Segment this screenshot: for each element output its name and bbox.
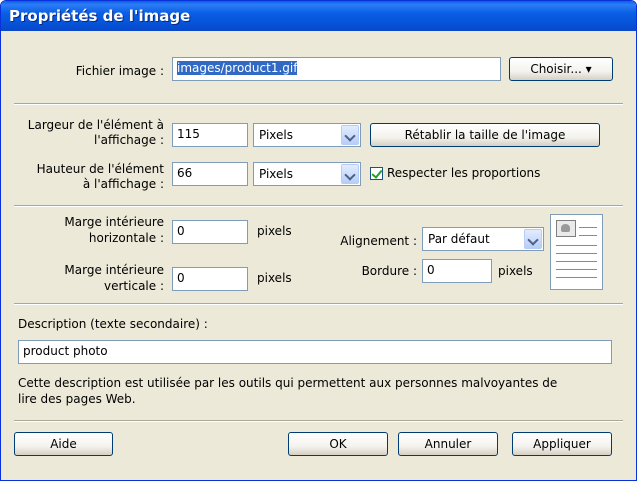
- divider: [14, 103, 623, 105]
- border-input[interactable]: 0: [422, 259, 492, 283]
- height-input[interactable]: 66: [172, 162, 248, 186]
- border-unit: pixels: [498, 264, 533, 278]
- width-unit-value: Pixels: [259, 128, 294, 142]
- vmargin-unit: pixels: [257, 271, 292, 285]
- height-unit-value: Pixels: [259, 167, 294, 181]
- align-label: Alignement :: [340, 234, 417, 248]
- hmargin-unit: pixels: [257, 224, 292, 238]
- chevron-down-icon[interactable]: [341, 164, 359, 184]
- keep-ratio-checkbox[interactable]: [370, 167, 383, 180]
- hmargin-input[interactable]: 0: [172, 220, 248, 244]
- file-path-input[interactable]: images/product1.gif: [172, 57, 501, 81]
- hmargin-label-line1: Marge intérieure: [64, 215, 164, 229]
- help-button[interactable]: Aide: [14, 432, 113, 456]
- apply-button[interactable]: Appliquer: [512, 432, 612, 456]
- hmargin-label-line2: horizontale :: [88, 231, 164, 245]
- preview-line: [556, 253, 597, 254]
- description-help-line2: lire des pages Web.: [18, 392, 136, 406]
- choose-file-button[interactable]: Choisir... ▾: [509, 57, 613, 81]
- cancel-button[interactable]: Annuler: [398, 432, 498, 456]
- width-input[interactable]: 115: [172, 123, 248, 147]
- description-help-line1: Cette description est utilisée par les o…: [18, 376, 558, 390]
- preview-line: [556, 245, 597, 246]
- chevron-down-icon[interactable]: [341, 125, 359, 145]
- image-icon: [556, 220, 576, 237]
- vmargin-input[interactable]: 0: [172, 267, 248, 291]
- keep-ratio-label[interactable]: Respecter les proportions: [387, 166, 540, 181]
- align-value: Par défaut: [428, 232, 490, 246]
- description-label: Description (texte secondaire) :: [18, 317, 208, 331]
- vmargin-label-line2: verticale :: [104, 279, 164, 293]
- divider: [14, 205, 623, 207]
- preview-line: [579, 227, 597, 228]
- alignment-preview: [550, 214, 603, 290]
- title-bar[interactable]: Propriétés de l'image: [1, 1, 636, 31]
- divider: [14, 420, 623, 422]
- reset-size-button[interactable]: Rétablir la taille de l'image: [370, 123, 600, 147]
- vmargin-label-line1: Marge intérieure: [64, 263, 164, 277]
- ok-button[interactable]: OK: [288, 432, 388, 456]
- preview-line: [556, 277, 597, 278]
- image-properties-dialog: Propriétés de l'image Fichier image : im…: [0, 0, 637, 481]
- divider: [14, 303, 623, 305]
- height-label-line2: à l'affichage :: [82, 177, 164, 191]
- window-title: Propriétés de l'image: [9, 7, 191, 25]
- height-unit-select[interactable]: Pixels: [253, 162, 361, 186]
- width-label-line2: l'affichage :: [93, 133, 164, 147]
- width-unit-select[interactable]: Pixels: [253, 123, 361, 147]
- chevron-down-icon[interactable]: [524, 229, 542, 249]
- preview-line: [556, 269, 597, 270]
- border-label: Bordure :: [361, 264, 417, 278]
- align-select[interactable]: Par défaut: [422, 227, 544, 251]
- preview-line: [579, 235, 597, 236]
- dialog-body: Fichier image : images/product1.gif Choi…: [4, 31, 633, 477]
- height-label-line1: Hauteur de l'élément: [36, 162, 164, 176]
- description-input[interactable]: product photo: [18, 340, 612, 364]
- file-path-value: images/product1.gif: [177, 61, 298, 75]
- width-label-line1: Largeur de l'élément à: [27, 118, 164, 132]
- preview-line: [556, 261, 597, 262]
- file-label-text: Fichier image :: [4, 64, 164, 79]
